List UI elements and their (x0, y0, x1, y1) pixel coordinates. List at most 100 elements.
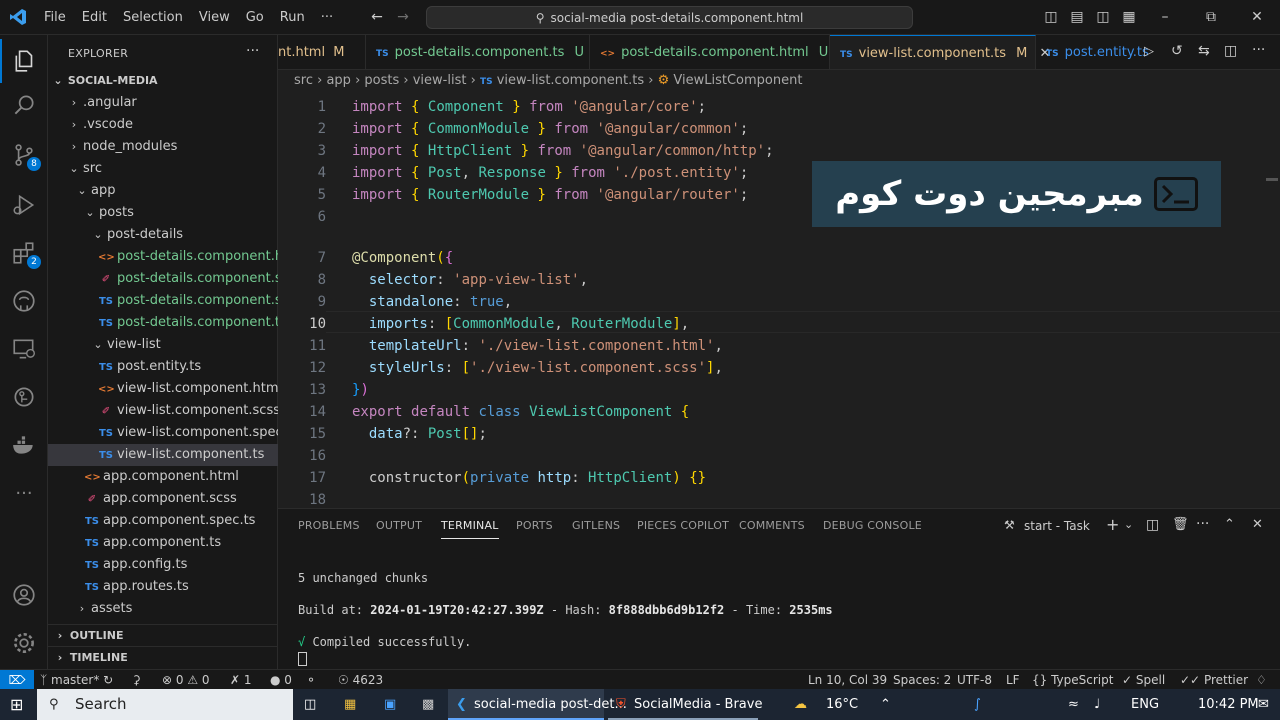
wifi-icon[interactable]: ≈ (1068, 689, 1079, 720)
terminal-cursor[interactable] (298, 652, 307, 666)
clock-time[interactable]: 10:42 PM (1198, 689, 1259, 720)
code-line[interactable]: 2 import { CommonModule } from '@angular/… (278, 118, 1280, 140)
command-center-search[interactable]: ⚲ social-media post-details.component.ht… (426, 6, 913, 29)
back-arrow-icon[interactable]: ← (368, 8, 386, 26)
tray-chevron-up-icon[interactable]: ⌃ (880, 689, 891, 720)
tree-item[interactable]: ⌄ view-list (48, 334, 278, 356)
panel-tab-output[interactable]: OUTPUT (376, 519, 422, 532)
tree-item[interactable]: TS post.entity.ts (48, 356, 278, 378)
compare-changes-icon[interactable]: ⇆ (1198, 43, 1210, 59)
panel-tab-debug-console[interactable]: DEBUG CONSOLE (823, 519, 922, 532)
tree-item[interactable]: TSview-list.component.spec.ts (48, 422, 278, 444)
task-view-icon[interactable]: ◫ (304, 689, 316, 720)
panel-tab-terminal[interactable]: TERMINAL (441, 519, 499, 539)
tab-view-list-ts[interactable]: TS view-list.component.ts M ✕ (830, 35, 1050, 69)
bluetooth-icon[interactable]: ∫ (974, 689, 981, 720)
run-file-icon[interactable]: ▷ (1144, 44, 1154, 59)
code-line[interactable]: 17 constructor(private http: HttpClient)… (278, 467, 1280, 489)
toggle-panel-icon[interactable]: ▤ (1068, 8, 1086, 26)
menu-view[interactable]: View (191, 0, 238, 35)
menu-more[interactable]: ··· (313, 0, 341, 35)
panel-tab-pieces-copilot[interactable]: PIECES COPILOT (637, 519, 729, 532)
weather-icon[interactable]: ☁ (794, 689, 807, 720)
outline-section[interactable]: › OUTLINE (48, 624, 278, 646)
code-line[interactable]: 9 standalone: true, (278, 291, 1280, 313)
tree-item[interactable]: ✐ post-details.component.scss (48, 268, 278, 290)
timeline-history-icon[interactable]: ↺ (1171, 43, 1183, 59)
notifications-icon[interactable]: ✉ (1258, 689, 1269, 720)
terminal-task-select[interactable]: start - Task (1024, 519, 1090, 533)
problems-indicator[interactable]: ⊗ 0 ⚠ 0 (162, 670, 210, 690)
plugin-icon[interactable]: ⚬ (306, 670, 316, 690)
branch-indicator[interactable]: ᛉ master* ↻ (40, 670, 113, 690)
tree-item[interactable]: ✐ app.component.scss (48, 488, 278, 510)
code-line[interactable]: 11 templateUrl: './view-list.component.h… (278, 335, 1280, 357)
menu-selection[interactable]: Selection (115, 0, 191, 35)
docker-icon[interactable] (0, 423, 48, 467)
code-line[interactable]: 7 @Component({ (278, 247, 1280, 269)
broadcast-indicator[interactable]: ● 0 (270, 670, 292, 690)
tree-item[interactable]: TS post-details.component.ts (48, 312, 278, 334)
tab-post-entity-ts[interactable]: TS post.entity.ts (1036, 35, 1152, 69)
code-line[interactable]: 13}) (278, 379, 1280, 401)
code-line[interactable]: 16 (278, 445, 1280, 467)
line-ending[interactable]: LF (1006, 670, 1020, 690)
volume-icon[interactable]: ♩ (1094, 689, 1100, 720)
tree-item[interactable]: ⌄ app (48, 180, 278, 202)
panel-tab-ports[interactable]: PORTS (516, 519, 553, 532)
menu-file[interactable]: File (36, 0, 74, 35)
tree-item[interactable]: › assets (48, 598, 278, 620)
spell-indicator[interactable]: ✓ Spell (1122, 670, 1165, 690)
new-terminal-icon[interactable]: + (1106, 515, 1119, 534)
accounts-icon[interactable] (0, 573, 48, 617)
settings-gear-icon[interactable] (0, 621, 48, 665)
tree-item[interactable]: › .angular (48, 92, 278, 114)
tree-item[interactable]: TS app.component.ts (48, 532, 278, 554)
close-window-icon[interactable]: ✕ (1248, 8, 1266, 26)
close-panel-icon[interactable]: ✕ (1252, 517, 1263, 532)
breadcrumb-view-list[interactable]: view-list (413, 73, 467, 88)
breadcrumb-app[interactable]: app (326, 73, 350, 88)
tree-item[interactable]: TS app.routes.ts (48, 576, 278, 598)
breadcrumb-posts[interactable]: posts (364, 73, 399, 88)
split-editor-icon[interactable]: ◫ (1224, 43, 1237, 59)
code-line[interactable]: 18 (278, 489, 1280, 508)
ports-indicator[interactable]: ✗ 1 (230, 670, 252, 690)
prettier-indicator[interactable]: ✓✓ Prettier (1180, 670, 1248, 690)
code-line[interactable]: 10 imports: [CommonModule, RouterModule]… (278, 313, 1280, 335)
tab-html-partial[interactable]: nt.html M (278, 35, 366, 69)
tree-item[interactable]: › .vscode (48, 114, 278, 136)
panel-tab-comments[interactable]: COMMENTS (739, 519, 805, 532)
code-editor[interactable]: 1 import { Component } from '@angular/cor… (278, 92, 1280, 508)
code-line[interactable]: 15 data?: Post[]; (278, 423, 1280, 445)
windows-start-icon[interactable]: ⊞ (10, 689, 23, 720)
taskbar-brave-app[interactable]: ⛨ SocialMedia - Brave (608, 689, 762, 720)
project-root[interactable]: ⌄ SOCIAL-MEDIA (48, 70, 278, 92)
tree-item[interactable]: › node_modules (48, 136, 278, 158)
code-line[interactable]: 3 import { HttpClient } from '@angular/co… (278, 140, 1280, 162)
restore-icon[interactable]: ⧉ (1202, 8, 1220, 26)
more-views-icon[interactable]: ··· (0, 471, 48, 515)
encoding[interactable]: UTF-8 (957, 670, 992, 690)
tree-item[interactable]: TS app.config.ts (48, 554, 278, 576)
github-icon[interactable] (0, 279, 48, 323)
tree-item[interactable]: ✐ view-list.component.scss (48, 400, 278, 422)
forward-arrow-icon[interactable]: → (394, 8, 412, 26)
taskbar-vscode-app[interactable]: ❮ social-media post-det... (448, 689, 627, 720)
breadcrumb-symbol[interactable]: ViewListComponent (673, 73, 802, 88)
weather-temp[interactable]: 16°C (826, 689, 858, 720)
git-graph-icon[interactable]: ⚳ (132, 670, 141, 690)
tree-item[interactable]: ⌄ src (48, 158, 278, 180)
menu-go[interactable]: Go (238, 0, 272, 35)
tree-item[interactable]: <>post-details.component.ht... (48, 246, 278, 268)
menu-run[interactable]: Run (272, 0, 313, 35)
code-line[interactable]: 8 selector: 'app-view-list', (278, 269, 1280, 291)
source-control-icon[interactable]: 8 (0, 133, 48, 177)
tree-item[interactable]: ⌄ posts (48, 202, 278, 224)
menu-edit[interactable]: Edit (74, 0, 115, 35)
more-actions-icon[interactable]: ··· (1196, 516, 1209, 532)
search-view-icon[interactable] (0, 83, 48, 127)
timeline-section[interactable]: › TIMELINE (48, 646, 278, 668)
code-line[interactable]: 12 styleUrls: ['./view-list.component.sc… (278, 357, 1280, 379)
breadcrumb-file[interactable]: view-list.component.ts (497, 73, 644, 88)
